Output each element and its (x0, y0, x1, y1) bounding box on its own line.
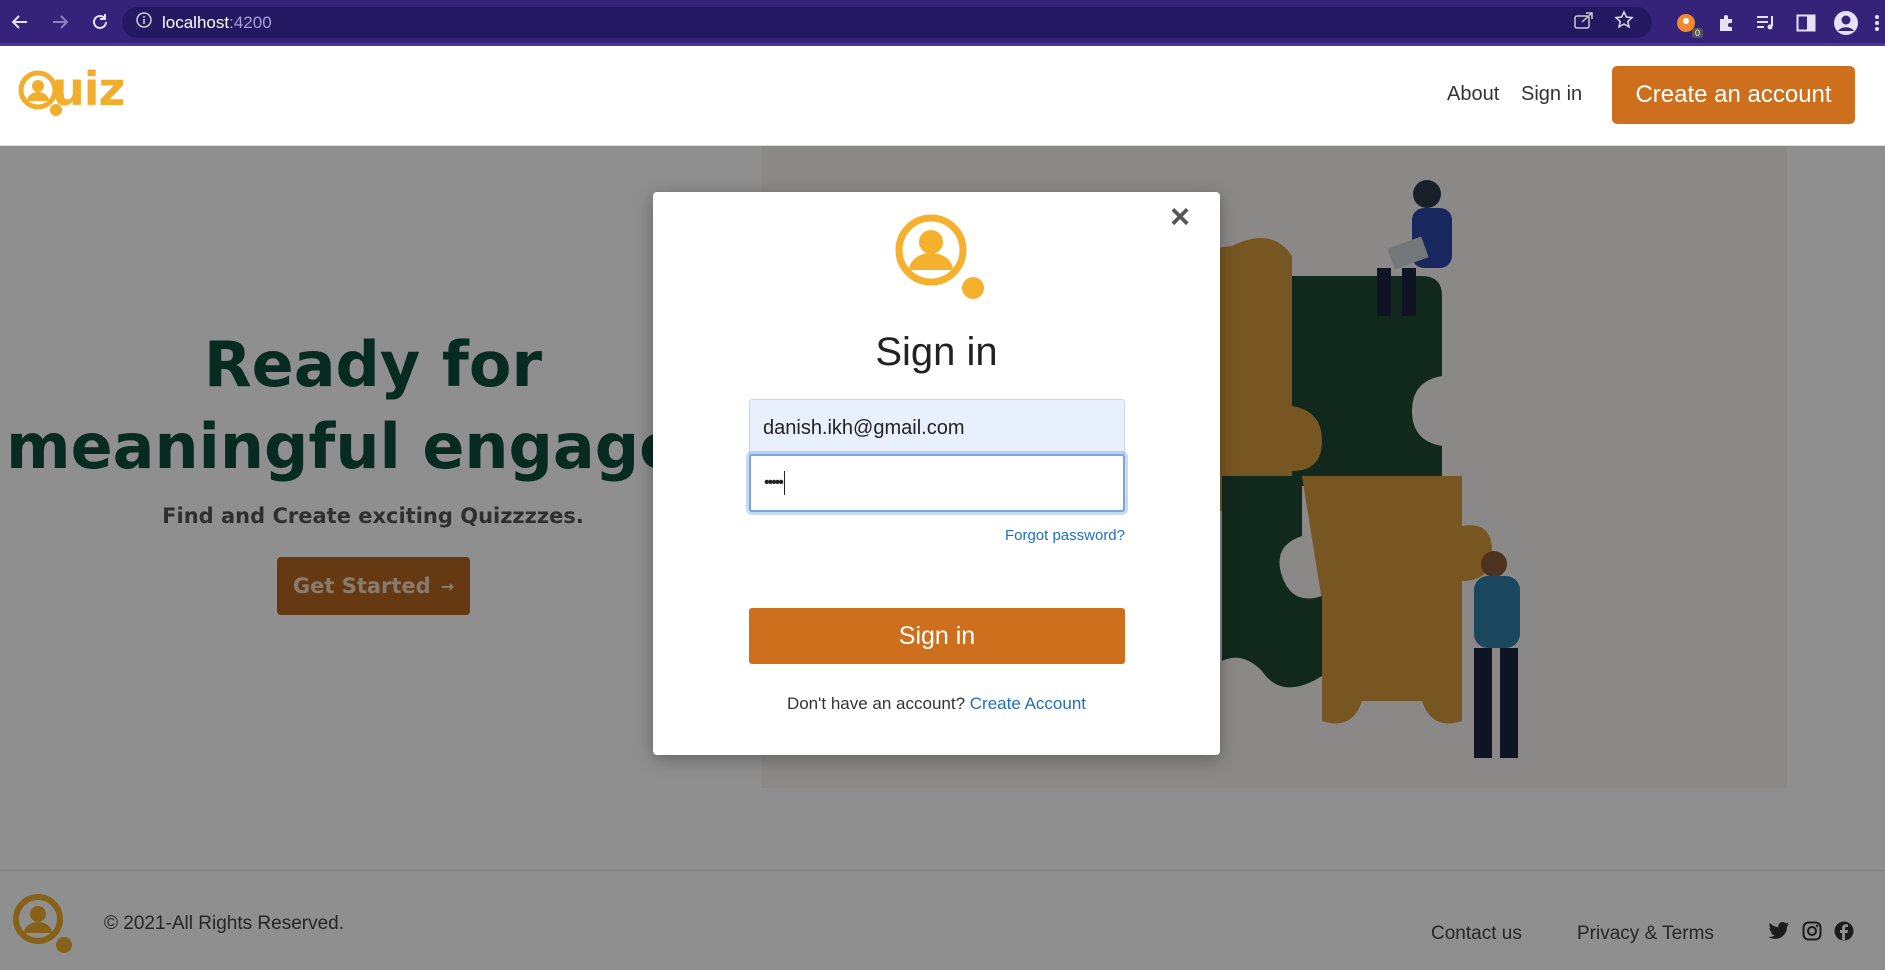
signin-submit-button[interactable]: Sign in (749, 608, 1125, 664)
forgot-password-link[interactable]: Forgot password? (749, 527, 1125, 544)
url-host: localhost (162, 12, 230, 32)
create-account-link[interactable]: Create Account (970, 694, 1086, 713)
side-panel-icon[interactable] (1793, 10, 1819, 36)
signin-modal: × Sign in danish.ikh@gmail.com ••••• For… (653, 192, 1220, 755)
browser-toolbar: localhost:4200 0 (0, 0, 1885, 46)
create-account-button[interactable]: Create an account (1612, 66, 1855, 124)
modal-logo-icon (893, 212, 985, 309)
modal-title: Sign in (875, 330, 998, 374)
text-cursor (784, 471, 786, 495)
site-header: uiz About Sign in Create an account (0, 46, 1885, 146)
back-icon[interactable] (0, 2, 40, 42)
info-icon[interactable] (136, 12, 152, 33)
extension-badge-icon[interactable]: 0 (1673, 10, 1703, 38)
more-menu-icon[interactable] (1873, 10, 1881, 36)
forward-icon[interactable] (40, 2, 80, 42)
close-icon[interactable]: × (1170, 198, 1190, 237)
profile-avatar-icon[interactable] (1833, 10, 1859, 36)
password-field[interactable]: ••••• (749, 454, 1125, 512)
logo-text[interactable]: uiz (52, 62, 125, 116)
url-port: :4200 (229, 12, 272, 32)
share-icon[interactable] (1574, 11, 1594, 34)
signup-prompt: Don't have an account? Create Account (653, 694, 1220, 714)
email-field[interactable]: danish.ikh@gmail.com (749, 399, 1125, 457)
bookmark-star-icon[interactable] (1614, 10, 1634, 35)
address-bar[interactable]: localhost:4200 (122, 7, 1652, 38)
password-mask: ••••• (764, 474, 784, 491)
nav-about-link[interactable]: About (1447, 83, 1499, 106)
no-account-text: Don't have an account? (786, 694, 966, 713)
puzzle-extensions-icon[interactable] (1713, 10, 1739, 36)
media-queue-icon[interactable] (1753, 10, 1779, 36)
extension-badge-count: 0 (1691, 28, 1703, 38)
reload-icon[interactable] (80, 2, 120, 42)
nav-signin-link[interactable]: Sign in (1521, 83, 1582, 106)
